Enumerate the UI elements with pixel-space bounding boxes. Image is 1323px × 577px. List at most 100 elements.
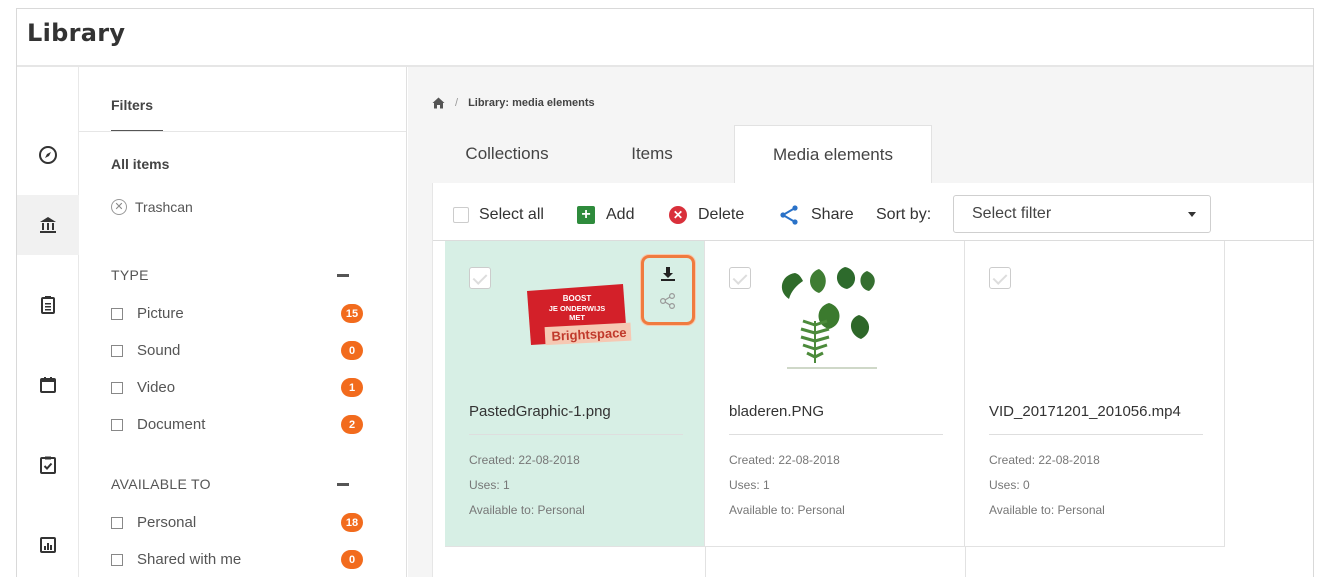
card-checkbox[interactable] [729,267,751,289]
trashcan-label: Trashcan [135,199,193,215]
filter-label: Shared with me [137,551,242,568]
add-button[interactable]: + Add [577,195,634,235]
sort-filter-select[interactable]: Select filter [953,195,1211,233]
count-badge: 2 [341,415,363,434]
clipboard-icon [41,296,55,314]
breadcrumb-separator: / [455,97,459,109]
rail-item-assignments[interactable] [17,275,79,335]
checkbox[interactable] [111,516,123,529]
delete-button[interactable]: ✕ Delete [669,195,744,235]
media-name[interactable]: bladeren.PNG [729,403,943,420]
leaves-image [781,267,877,369]
filter-label: Document [137,416,206,433]
created-date: Created: 22-08-2018 [729,453,840,467]
all-items-filter[interactable]: All items [111,156,169,172]
brightspace-promo-image: BOOST JE ONDERWIJS MET Brightspace [527,284,632,346]
count-badge: 1 [341,378,363,397]
checkbox[interactable] [111,418,123,431]
promo-line-1: BOOST [563,294,592,303]
type-collapse-button[interactable] [337,274,349,277]
toolbar: Select all + Add ✕ Delete Share Sort by:… [433,195,1313,235]
card-checkbox[interactable] [469,267,491,289]
media-elements-panel: Select all + Add ✕ Delete Share Sort by:… [432,183,1313,577]
grid-divider [965,547,966,577]
sort-filter-value: Select filter [972,205,1052,222]
plus-icon: + [577,206,595,224]
trashcan-filter[interactable]: ✕ Trashcan [111,199,193,215]
rail-item-tasks[interactable] [17,435,79,495]
checkbox[interactable] [111,307,123,320]
available-to: Available to: Personal [469,503,585,517]
available-collapse-button[interactable] [337,483,349,486]
share-label: Share [811,206,854,223]
add-label: Add [606,206,635,223]
available-to: Available to: Personal [989,503,1105,517]
filter-available-personal[interactable]: Personal 18 [111,513,363,532]
rail-item-discover[interactable] [17,125,79,185]
filter-type-sound[interactable]: Sound 0 [111,341,363,360]
promo-line-2: JE ONDERWIJS [549,304,606,313]
name-divider [469,434,683,435]
breadcrumb-current: Library: media elements [468,97,595,109]
name-divider [989,434,1203,435]
checkbox[interactable] [111,344,123,357]
count-badge: 0 [341,341,363,360]
count-badge: 15 [341,304,363,323]
filters-panel: Filters All items ✕ Trashcan TYPE Pictur… [79,67,407,577]
rail-item-library[interactable] [17,195,79,255]
media-name[interactable]: PastedGraphic-1.png [469,403,683,420]
library-window: Library Filters All items ✕ Trashcan TYP… [16,8,1314,577]
filter-type-picture[interactable]: Picture 15 [111,304,363,323]
home-icon[interactable] [432,97,445,109]
select-all-label: Select all [479,206,544,223]
card-checkbox[interactable] [989,267,1011,289]
media-name[interactable]: VID_20171201_201056.mp4 [989,403,1203,420]
sort-by-label: Sort by: [876,206,932,223]
chart-icon [40,537,56,553]
count-badge: 18 [341,513,363,532]
download-icon[interactable] [659,266,677,282]
tab-media-elements[interactable]: Media elements [734,125,932,183]
filter-label: Sound [137,342,181,359]
tab-collections[interactable]: Collections [432,125,582,183]
uses-count: Uses: 1 [469,478,510,492]
media-card[interactable]: BOOST JE ONDERWIJS MET Brightspace Paste… [445,241,705,547]
checkbox[interactable] [111,381,123,394]
rail-item-reports[interactable] [17,515,79,575]
uses-count: Uses: 1 [729,478,770,492]
media-card[interactable]: VID_20171201_201056.mp4 Created: 22-08-2… [965,241,1225,547]
chevron-down-icon [1188,212,1196,217]
uses-count: Uses: 0 [989,478,1030,492]
tab-items[interactable]: Items [602,125,702,183]
rail-item-calendar[interactable] [17,355,79,415]
filter-available-shared[interactable]: Shared with me 0 [111,550,363,569]
icon-rail [17,67,79,577]
filter-label: Personal [137,514,197,531]
type-section-heading: TYPE [111,267,149,283]
breadcrumb: / Library: media elements [432,97,595,109]
delete-label: Delete [698,206,745,223]
filters-tab[interactable]: Filters [111,97,153,113]
filter-label: Video [137,379,176,396]
share-icon [780,205,798,225]
available-to: Available to: Personal [729,503,845,517]
name-divider [729,434,943,435]
grid-divider [705,547,706,577]
close-circle-icon: ✕ [111,199,127,215]
calendar-icon [40,377,56,393]
media-grid: BOOST JE ONDERWIJS MET Brightspace Paste… [445,241,1313,577]
filter-type-video[interactable]: Video 1 [111,378,363,397]
promo-line-3: MET [569,313,585,322]
filters-divider [79,131,406,132]
share-icon[interactable] [659,292,677,310]
library-icon [40,217,56,233]
checkbox[interactable] [111,553,123,566]
media-card[interactable]: bladeren.PNG Created: 22-08-2018 Uses: 1… [705,241,965,547]
filter-type-document[interactable]: Document 2 [111,415,363,434]
checklist-icon [40,456,56,474]
select-all-button[interactable]: Select all [453,195,544,235]
select-all-checkbox[interactable] [453,207,469,223]
main-area: / Library: media elements Collections It… [408,67,1313,577]
filter-label: Picture [137,305,184,322]
share-button[interactable]: Share [779,195,854,235]
